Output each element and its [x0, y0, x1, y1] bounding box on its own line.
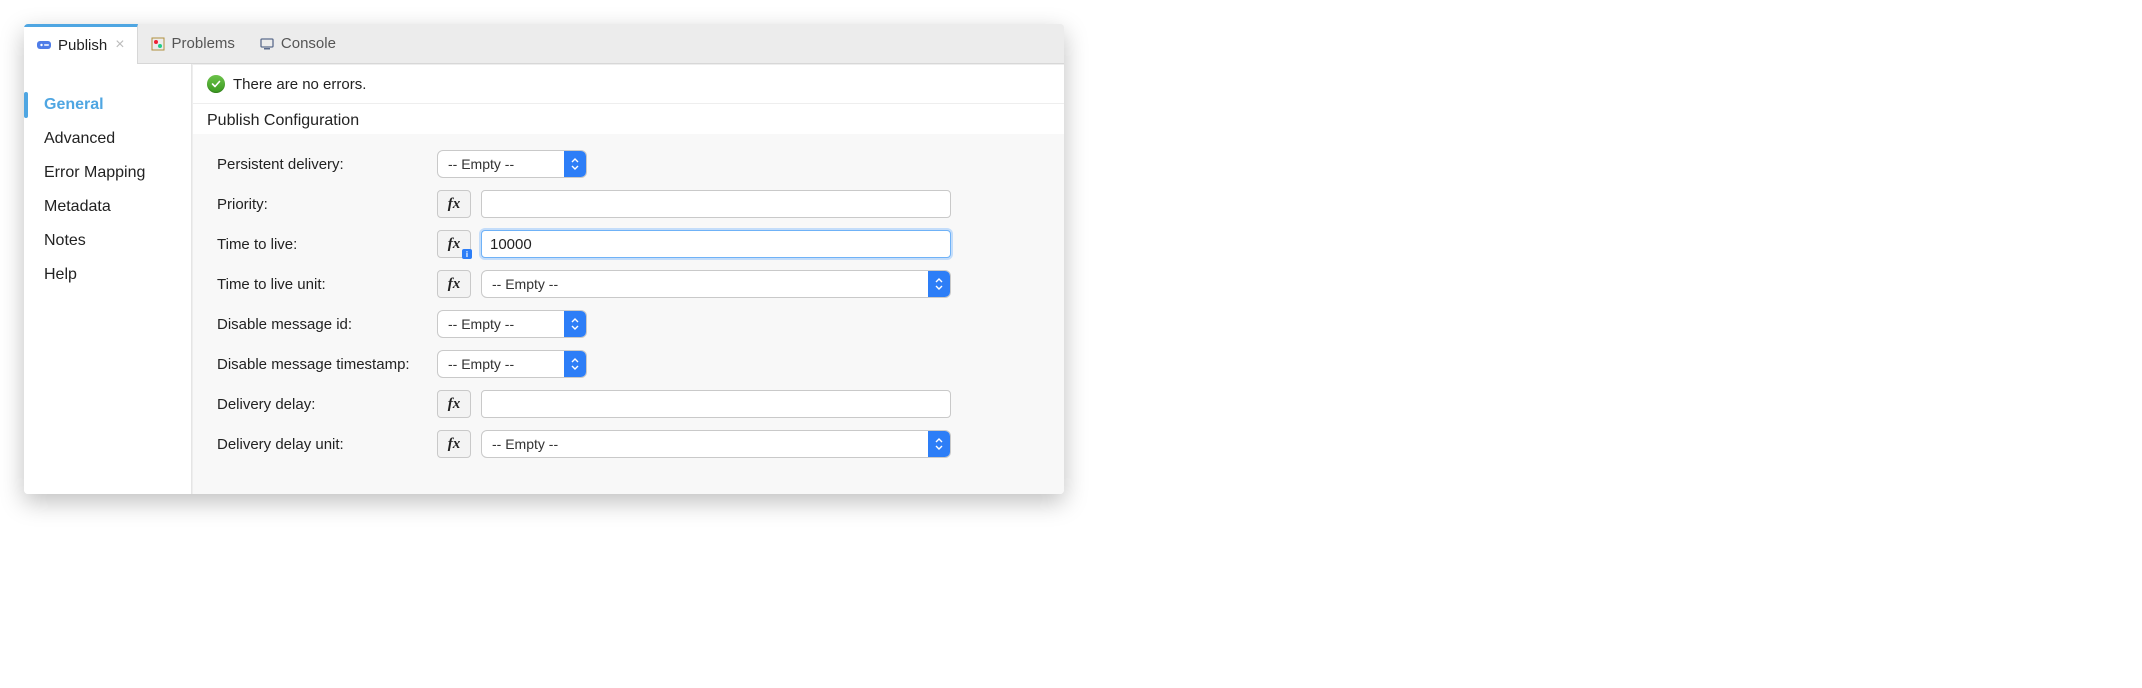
label-disable-msg-ts: Disable message timestamp: — [217, 356, 437, 373]
status-text: There are no errors. — [233, 76, 366, 93]
sidebar-item-notes[interactable]: Notes — [24, 224, 191, 258]
sidebar-item-help[interactable]: Help — [24, 258, 191, 292]
input-ttl[interactable] — [481, 230, 951, 258]
label-ttl: Time to live: — [217, 236, 437, 253]
fx-button-delivery-delay-unit[interactable]: fx — [437, 430, 471, 458]
console-icon — [259, 36, 275, 52]
select-value: -- Empty -- — [448, 316, 514, 332]
row-ttl-unit: Time to live unit: fx -- Empty -- — [217, 264, 1050, 304]
row-disable-msg-id: Disable message id: -- Empty -- — [217, 304, 1050, 344]
form: Persistent delivery: -- Empty -- Priorit… — [193, 134, 1064, 480]
problems-icon — [150, 36, 166, 52]
chevron-up-down-icon — [928, 271, 950, 297]
publish-icon — [36, 37, 52, 53]
fx-label: fx — [448, 396, 461, 413]
check-icon — [207, 75, 225, 93]
label-ttl-unit: Time to live unit: — [217, 276, 437, 293]
label-disable-msg-id: Disable message id: — [217, 316, 437, 333]
sidebar-item-label: General — [44, 96, 104, 113]
label-persistent-delivery: Persistent delivery: — [217, 156, 437, 173]
chevron-up-down-icon — [564, 351, 586, 377]
select-disable-msg-id[interactable]: -- Empty -- — [437, 310, 587, 338]
editor-body: General Advanced Error Mapping Metadata … — [24, 64, 1064, 494]
tab-console[interactable]: Console — [247, 24, 348, 63]
sidebar-item-label: Advanced — [44, 130, 115, 147]
label-priority: Priority: — [217, 196, 437, 213]
select-persistent-delivery[interactable]: -- Empty -- — [437, 150, 587, 178]
row-delivery-delay: Delivery delay: fx — [217, 384, 1050, 424]
row-ttl: Time to live: fx i — [217, 224, 1050, 264]
sidebar-item-advanced[interactable]: Advanced — [24, 122, 191, 156]
sidebar-item-general[interactable]: General — [24, 88, 191, 122]
row-disable-msg-ts: Disable message timestamp: -- Empty -- — [217, 344, 1050, 384]
row-priority: Priority: fx — [217, 184, 1050, 224]
close-icon[interactable]: × — [113, 36, 124, 54]
fx-label: fx — [448, 196, 461, 213]
fx-button-ttl[interactable]: fx i — [437, 230, 471, 258]
sidebar-item-error-mapping[interactable]: Error Mapping — [24, 156, 191, 190]
tabbar: Publish × Problems Console — [24, 24, 1064, 64]
tab-console-label: Console — [281, 35, 336, 52]
input-delivery-delay[interactable] — [481, 390, 951, 418]
input-priority[interactable] — [481, 190, 951, 218]
fx-button-ttl-unit[interactable]: fx — [437, 270, 471, 298]
label-delivery-delay-unit: Delivery delay unit: — [217, 436, 437, 453]
sidebar-item-metadata[interactable]: Metadata — [24, 190, 191, 224]
tab-publish-label: Publish — [58, 37, 107, 54]
sidebar-item-label: Error Mapping — [44, 164, 145, 181]
status-row: There are no errors. — [193, 65, 1064, 104]
select-disable-msg-ts[interactable]: -- Empty -- — [437, 350, 587, 378]
info-badge-icon: i — [462, 249, 472, 259]
chevron-up-down-icon — [564, 151, 586, 177]
select-value: -- Empty -- — [492, 436, 558, 452]
select-value: -- Empty -- — [492, 276, 558, 292]
fx-label: fx — [448, 236, 461, 253]
tab-problems[interactable]: Problems — [138, 24, 247, 63]
fx-label: fx — [448, 276, 461, 293]
chevron-up-down-icon — [928, 431, 950, 457]
sidebar-item-label: Metadata — [44, 198, 111, 215]
row-persistent-delivery: Persistent delivery: -- Empty -- — [217, 144, 1050, 184]
content-panel: There are no errors. Publish Configurati… — [192, 64, 1064, 494]
fx-button-priority[interactable]: fx — [437, 190, 471, 218]
editor-window: Publish × Problems Console — [24, 24, 1064, 494]
label-delivery-delay: Delivery delay: — [217, 396, 437, 413]
select-value: -- Empty -- — [448, 156, 514, 172]
fx-button-delivery-delay[interactable]: fx — [437, 390, 471, 418]
row-delivery-delay-unit: Delivery delay unit: fx -- Empty -- — [217, 424, 1050, 464]
section-title: Publish Configuration — [193, 104, 1064, 134]
select-value: -- Empty -- — [448, 356, 514, 372]
fx-label: fx — [448, 436, 461, 453]
select-delivery-delay-unit[interactable]: -- Empty -- — [481, 430, 951, 458]
sidebar: General Advanced Error Mapping Metadata … — [24, 64, 192, 494]
sidebar-item-label: Help — [44, 266, 77, 283]
chevron-up-down-icon — [564, 311, 586, 337]
select-ttl-unit[interactable]: -- Empty -- — [481, 270, 951, 298]
tab-problems-label: Problems — [172, 35, 235, 52]
tab-publish[interactable]: Publish × — [24, 24, 138, 63]
sidebar-item-label: Notes — [44, 232, 86, 249]
